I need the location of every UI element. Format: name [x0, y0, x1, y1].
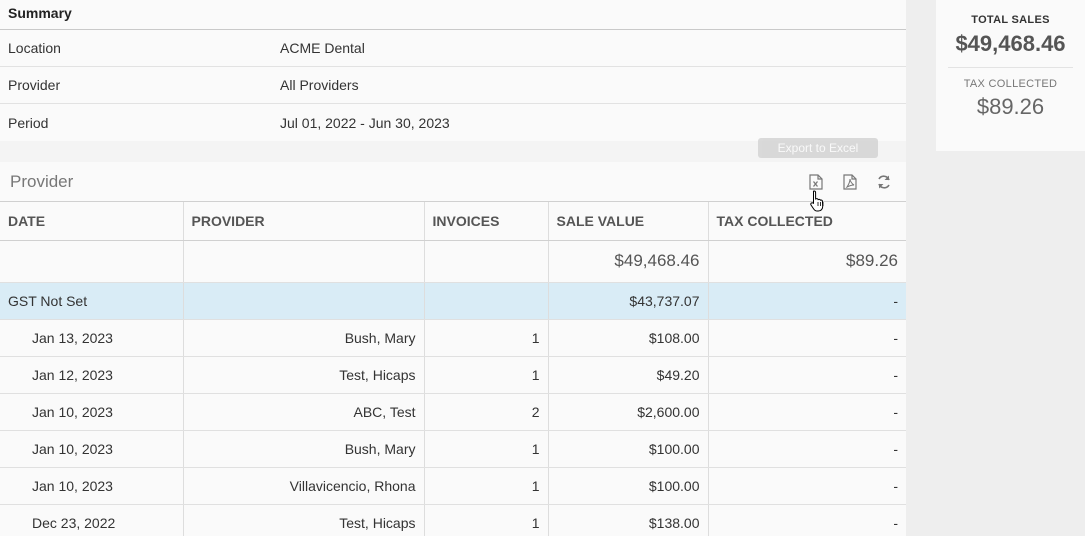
cell-sale-value: $108.00	[548, 319, 709, 357]
cell-provider: Bush, Mary	[183, 319, 425, 357]
summary-row-provider: Provider All Providers	[0, 67, 906, 104]
summary-section: Summary Location ACME Dental Provider Al…	[0, 0, 906, 141]
cell-date: Jan 10, 2023	[0, 467, 184, 505]
summary-row-location: Location ACME Dental	[0, 30, 906, 67]
tax-collected-value: $89.26	[976, 94, 1045, 119]
group-tax-collected: -	[708, 282, 906, 320]
cell-tax: -	[708, 393, 906, 431]
summary-label: Period	[8, 114, 49, 131]
hand-cursor-icon	[810, 189, 826, 216]
table-row[interactable]: Jan 12, 2023 Test, Hicaps 1 $49.20 -	[0, 356, 906, 394]
cell-invoices: 1	[424, 467, 549, 505]
total-tax-collected: $89.26	[708, 240, 906, 283]
summary-value: Jul 01, 2022 - Jun 30, 2023	[280, 114, 450, 131]
summary-label: Provider	[8, 77, 61, 93]
table-row[interactable]: Dec 23, 2022 Test, Hicaps 1 $138.00 -	[0, 504, 906, 536]
cell-provider: Test, Hicaps	[183, 356, 425, 394]
summary-row-period: Period Jul 01, 2022 - Jun 30, 2023	[0, 104, 906, 141]
cell-invoices: 1	[424, 504, 549, 536]
provider-panel: Provider DATE PROVIDER INVOICES SALE VAL…	[0, 162, 906, 536]
group-sale-value: $43,737.07	[548, 282, 709, 320]
cell-tax: -	[708, 319, 906, 357]
total-sales-value: $49,468.46	[955, 31, 1066, 56]
report-main: Summary Location ACME Dental Provider Al…	[0, 0, 906, 536]
col-header-provider[interactable]: PROVIDER	[183, 202, 425, 241]
col-header-sale-value[interactable]: SALE VALUE	[548, 202, 709, 241]
total-sales-label: TOTAL SALES	[971, 14, 1050, 26]
cell-provider: Villavicencio, Rhona	[183, 467, 425, 505]
refresh-icon[interactable]	[874, 172, 894, 192]
table-header-row: DATE PROVIDER INVOICES SALE VALUE TAX CO…	[0, 202, 906, 241]
summary-value: All Providers	[280, 77, 359, 93]
table-row[interactable]: Jan 10, 2023 Villavicencio, Rhona 1 $100…	[0, 467, 906, 505]
cell-tax: -	[708, 467, 906, 505]
cell-date: Jan 13, 2023	[0, 319, 184, 357]
cell-invoices: 1	[424, 356, 549, 394]
table-row[interactable]: Jan 13, 2023 Bush, Mary 1 $108.00 -	[0, 319, 906, 357]
cell-tax: -	[708, 504, 906, 536]
group-row[interactable]: GST Not Set $43,737.07 -	[0, 282, 906, 320]
cell-invoices: 1	[424, 319, 549, 357]
col-header-date[interactable]: DATE	[0, 202, 184, 241]
export-tooltip: Export to Excel	[758, 138, 878, 158]
cell-provider: Bush, Mary	[183, 430, 425, 468]
summary-value: ACME Dental	[280, 40, 365, 56]
totals-row: $49,468.46 $89.26	[0, 240, 906, 283]
cell-date: Jan 10, 2023	[0, 430, 184, 468]
cell-sale-value: $138.00	[548, 504, 709, 536]
cell-invoices: 1	[424, 430, 549, 468]
cell-sale-value: $100.00	[548, 430, 709, 468]
cell-provider: ABC, Test	[183, 393, 425, 431]
tax-collected-label: TAX COLLECTED	[963, 78, 1058, 90]
cell-sale-value: $49.20	[548, 356, 709, 394]
panel-header: Provider	[0, 162, 906, 202]
col-header-tax-collected[interactable]: TAX COLLECTED	[708, 202, 906, 241]
provider-table: DATE PROVIDER INVOICES SALE VALUE TAX CO…	[0, 202, 906, 536]
stats-divider	[948, 67, 1073, 68]
summary-label: Location	[8, 40, 61, 56]
cell-tax: -	[708, 430, 906, 468]
cell-date: Dec 23, 2022	[0, 504, 184, 536]
pdf-export-icon[interactable]	[840, 172, 860, 192]
total-sale-value: $49,468.46	[548, 240, 709, 283]
cell-date: Jan 10, 2023	[0, 393, 184, 431]
cell-tax: -	[708, 356, 906, 394]
col-header-invoices[interactable]: INVOICES	[424, 202, 549, 241]
group-label: GST Not Set	[0, 282, 184, 320]
stats-card: TOTAL SALES $49,468.46 TAX COLLECTED $89…	[936, 0, 1085, 151]
summary-title: Summary	[0, 0, 906, 30]
table-row[interactable]: Jan 10, 2023 Bush, Mary 1 $100.00 -	[0, 430, 906, 468]
cell-sale-value: $100.00	[548, 467, 709, 505]
cell-date: Jan 12, 2023	[0, 356, 184, 394]
panel-title: Provider	[10, 171, 74, 191]
cell-provider: Test, Hicaps	[183, 504, 425, 536]
table-row[interactable]: Jan 10, 2023 ABC, Test 2 $2,600.00 -	[0, 393, 906, 431]
cell-sale-value: $2,600.00	[548, 393, 709, 431]
cell-invoices: 2	[424, 393, 549, 431]
